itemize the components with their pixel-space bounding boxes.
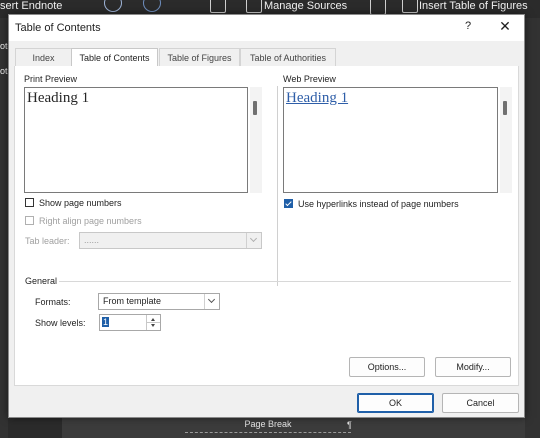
insert-endnote-button[interactable]: sert Endnote	[0, 0, 62, 13]
tab-leader-value: ......	[84, 235, 100, 245]
info-icon[interactable]	[104, 0, 122, 12]
web-preview-heading-link[interactable]: Heading 1	[286, 90, 348, 107]
close-icon[interactable]: ✕	[497, 18, 513, 35]
tab-leader-select[interactable]: ......	[79, 232, 262, 249]
use-hyperlinks-label[interactable]: Use hyperlinks instead of page numbers	[298, 199, 459, 209]
chevron-down-icon	[204, 294, 219, 309]
print-preview-heading: Heading 1	[27, 90, 90, 106]
stepper-down-icon[interactable]	[146, 323, 160, 330]
side-fragment-2: ot	[0, 66, 8, 76]
right-align-page-numbers-label: Right align page numbers	[39, 216, 142, 226]
show-page-numbers-label[interactable]: Show page numbers	[39, 198, 122, 208]
insert-table-of-figures-button[interactable]: Insert Table of Figures	[419, 0, 528, 13]
dialog-tabs: Index Table of Contents Table of Figures…	[9, 48, 524, 67]
manage-sources-icon	[210, 0, 226, 13]
print-preview-label: Print Preview	[24, 74, 78, 84]
ok-button[interactable]: OK	[357, 393, 434, 413]
use-hyperlinks-checkbox[interactable]	[284, 199, 293, 208]
cancel-button[interactable]: Cancel	[442, 393, 519, 413]
tab-table-of-authorities[interactable]: Table of Authorities	[240, 48, 336, 66]
stepper-up-icon[interactable]	[146, 315, 160, 323]
section-divider	[277, 86, 278, 286]
formats-label: Formats:	[35, 297, 71, 307]
insert-table-of-figures-icon	[402, 0, 418, 13]
web-preview-label: Web Preview	[283, 74, 336, 84]
show-levels-label: Show levels:	[35, 318, 86, 328]
figures-table-icon	[370, 0, 386, 15]
print-preview-scroll-thumb[interactable]	[253, 101, 257, 115]
general-divider	[59, 281, 511, 282]
help-button[interactable]: ?	[461, 20, 475, 32]
citation-icon[interactable]	[143, 0, 161, 12]
web-preview-scroll-thumb[interactable]	[503, 101, 507, 115]
right-panel-edge	[525, 18, 540, 438]
tab-table-of-figures[interactable]: Table of Figures	[159, 48, 240, 66]
right-align-page-numbers-checkbox[interactable]	[25, 216, 34, 225]
show-levels-value[interactable]: 1	[102, 317, 110, 327]
tab-panel: Print Preview Heading 1 Show page number…	[14, 66, 519, 386]
tab-leader-label: Tab leader:	[25, 236, 70, 246]
formats-select[interactable]: From template	[98, 293, 220, 310]
show-levels-stepper[interactable]: 1	[99, 314, 161, 331]
show-page-numbers-checkbox[interactable]	[25, 198, 34, 207]
web-preview-scrollbar[interactable]	[500, 87, 512, 193]
page-break-marker: Page Break	[185, 418, 351, 433]
print-preview-box: Heading 1	[24, 87, 248, 193]
dialog-titlebar[interactable]: Table of Contents ? ✕	[9, 15, 524, 41]
left-panel-edge: ote ot	[0, 18, 13, 438]
table-of-contents-dialog: Table of Contents ? ✕ Index Table of Con…	[8, 14, 525, 418]
print-preview-scrollbar[interactable]	[250, 87, 262, 193]
web-preview-box: Heading 1	[283, 87, 498, 193]
chevron-down-icon	[246, 233, 261, 248]
general-group-label: General	[25, 276, 58, 286]
tab-table-of-contents[interactable]: Table of Contents	[71, 48, 158, 67]
formats-value: From template	[103, 296, 162, 306]
modify-button[interactable]: Modify...	[435, 357, 511, 377]
sources-list-icon	[246, 0, 262, 13]
tab-index[interactable]: Index	[15, 48, 72, 66]
manage-sources-button[interactable]: Manage Sources	[264, 0, 347, 13]
pilcrow-mark: ¶	[347, 420, 352, 430]
options-button[interactable]: Options...	[349, 357, 425, 377]
dialog-title: Table of Contents	[15, 22, 101, 34]
